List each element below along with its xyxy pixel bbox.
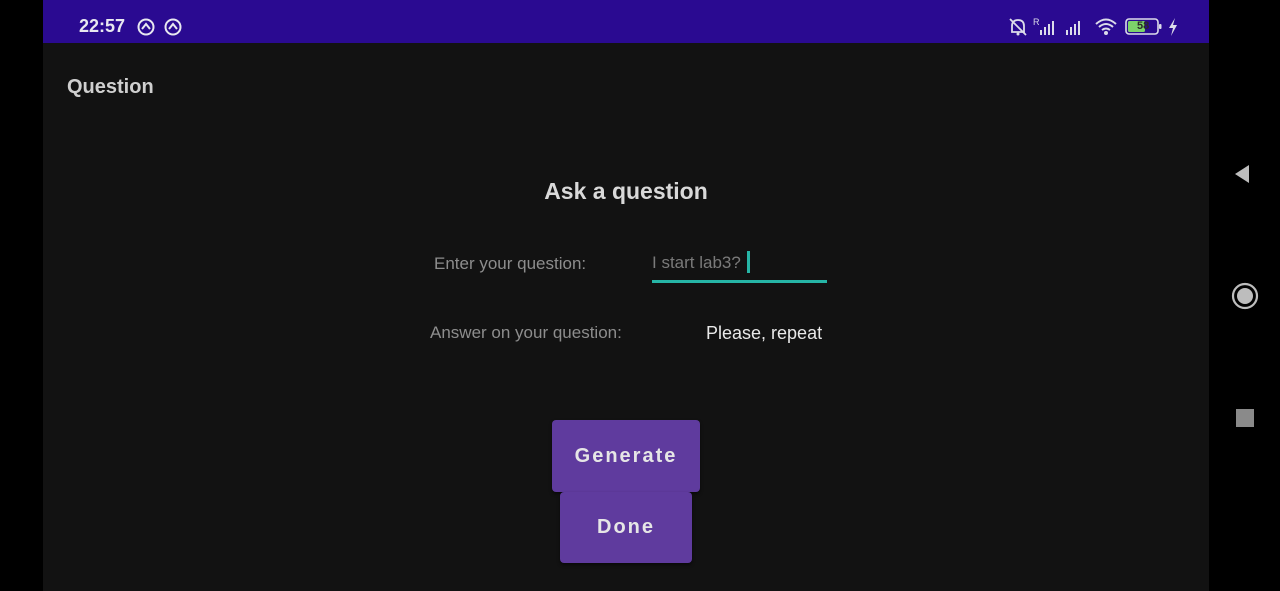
charging-icon [1169, 18, 1177, 36]
status-bar: 22:57 R 58 [43, 0, 1209, 43]
page-heading: Ask a question [544, 178, 708, 204]
svg-text:R: R [1033, 17, 1040, 27]
question-input-field[interactable] [652, 249, 827, 283]
status-time: 22:57 [79, 16, 126, 36]
signal-icon [1066, 21, 1080, 35]
sync-icon [137, 18, 155, 36]
answer-value: Please, repeat [706, 323, 823, 343]
question-input[interactable] [652, 249, 827, 277]
navigation-bar [1209, 0, 1280, 591]
battery-level: 58 [1137, 20, 1150, 32]
generate-button[interactable]: Generate [552, 420, 700, 492]
sync-icon [164, 18, 182, 36]
answer-label: Answer on your question: [430, 323, 622, 342]
wifi-icon [1095, 18, 1117, 35]
app-title: Question [67, 76, 154, 98]
home-icon[interactable] [1231, 282, 1259, 310]
signal-icon: R [1033, 17, 1054, 35]
app-screen: 22:57 R 58 Question Ask a question Enter… [43, 0, 1209, 591]
question-label: Enter your question: [434, 254, 587, 273]
recents-icon[interactable] [1236, 409, 1254, 427]
battery-icon: 58 [1125, 17, 1163, 37]
done-button[interactable]: Done [560, 492, 692, 563]
back-icon[interactable] [1233, 164, 1251, 184]
bell-off-icon [1009, 18, 1027, 36]
text-cursor [747, 251, 750, 273]
